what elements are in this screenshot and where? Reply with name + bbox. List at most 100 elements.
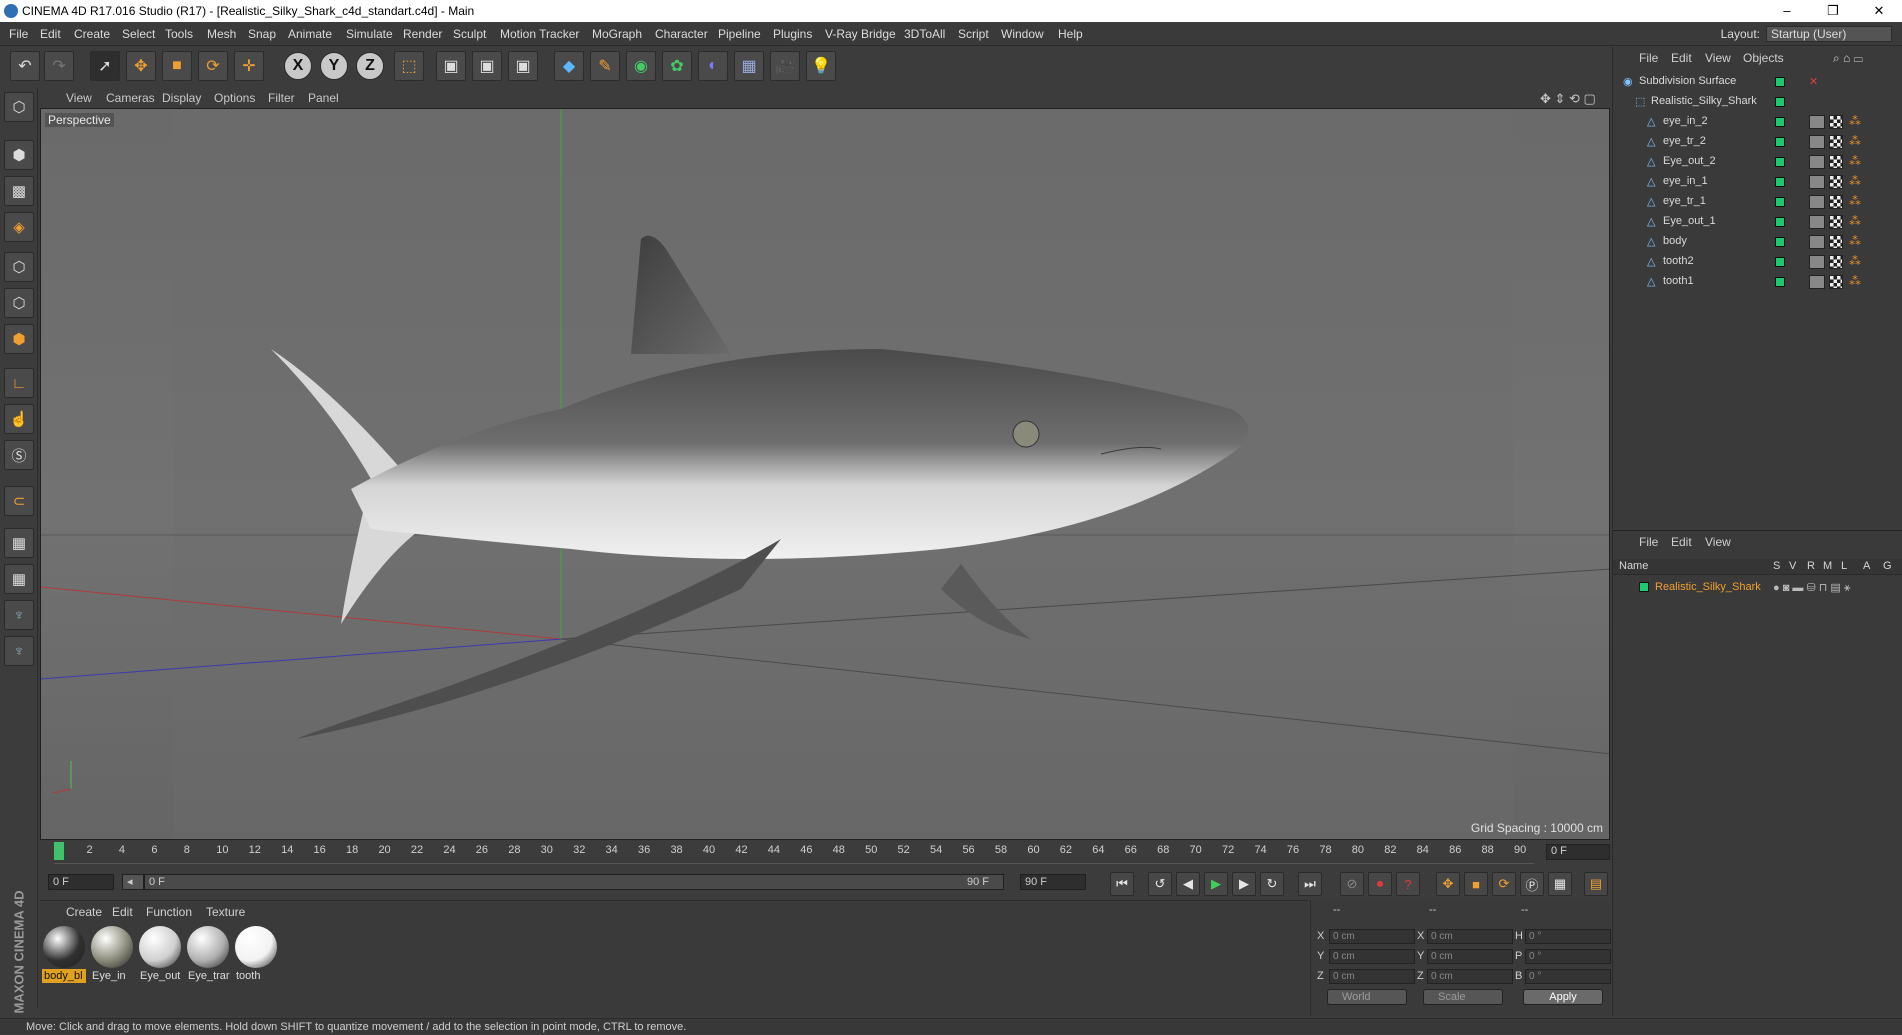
material-tag-icon[interactable] [1809, 215, 1825, 229]
size-x-field[interactable]: 0 cm [1427, 929, 1513, 944]
go-to-start-icon[interactable]: ⏮ [1110, 872, 1134, 896]
texture-tag-icon[interactable] [1829, 115, 1843, 129]
render-settings-icon[interactable]: ▣ [508, 51, 538, 81]
viewport-menu-display[interactable]: Display [162, 91, 201, 105]
render-picture-viewer-icon[interactable]: ▣ [472, 51, 502, 81]
object-menu-view[interactable]: View [1705, 51, 1731, 65]
redo-icon[interactable]: ↷ [44, 51, 74, 81]
current-frame-field[interactable]: 0 F [48, 874, 114, 890]
timeline-end-frame-field[interactable]: 0 F [1546, 844, 1610, 860]
viewport-menu-options[interactable]: Options [214, 91, 255, 105]
texture-tag-icon[interactable] [1829, 215, 1843, 229]
material-tag-icon[interactable] [1809, 155, 1825, 169]
attr-object-row[interactable]: Realistic_Silky_Shark ● ◙ ▬ ⛁ ⊓ ▤ ⚹ [1613, 579, 1902, 597]
range-slider-handle[interactable]: ◂ [122, 874, 144, 890]
size-y-field[interactable]: 0 cm [1427, 949, 1513, 964]
texture-tag-icon[interactable] [1829, 275, 1843, 289]
phong-tag-icon[interactable]: ⁂ [1849, 175, 1863, 189]
restore-button[interactable]: ❐ [1810, 0, 1856, 22]
object-menu-edit[interactable]: Edit [1671, 51, 1692, 65]
texture-tag-icon[interactable] [1829, 135, 1843, 149]
deformer-icon[interactable]: ◐ [698, 51, 728, 81]
rot-p-field[interactable]: 0 ° [1525, 949, 1611, 964]
select-arrow-icon[interactable]: ➚ [90, 51, 120, 81]
play-icon[interactable]: ▶ [1204, 872, 1228, 896]
menu-3dtoall[interactable]: 3DToAll [904, 27, 945, 41]
menu-tools[interactable]: Tools [165, 27, 193, 41]
menu-file[interactable]: File [9, 27, 28, 41]
polygons-mode-icon[interactable]: ⬢ [4, 324, 34, 354]
key-position-icon[interactable]: ✥ [1436, 872, 1460, 896]
attr-flags-icons[interactable]: ● ◙ ▬ ⛁ ⊓ ▤ ⚹ [1773, 581, 1850, 595]
viewport-menu-view[interactable]: View [66, 91, 92, 105]
menu-character[interactable]: Character [655, 27, 708, 41]
object-name[interactable]: eye_in_1 [1663, 175, 1708, 187]
points-mode-icon[interactable]: ⬡ [4, 252, 34, 282]
object-row[interactable]: △ Eye_out_2 ⁂ [1613, 153, 1902, 171]
phong-tag-icon[interactable]: ⁂ [1849, 275, 1863, 289]
object-row[interactable]: △ eye_in_2 ⁂ [1613, 113, 1902, 131]
coord-scale-dropdown[interactable]: Scale [1423, 989, 1503, 1005]
layer-swatch[interactable] [1775, 217, 1785, 227]
material-tag-icon[interactable] [1809, 195, 1825, 209]
floor-scene-icon[interactable]: ▦ [734, 51, 764, 81]
prev-key-icon[interactable]: ↺ [1148, 872, 1172, 896]
layer-swatch[interactable] [1775, 257, 1785, 267]
camera-icon[interactable]: 🎥 [770, 51, 800, 81]
edges-mode-icon[interactable]: ⬡ [4, 288, 34, 318]
object-row[interactable]: △ tooth2 ⁂ [1613, 253, 1902, 271]
layer-swatch[interactable] [1775, 197, 1785, 207]
layer-swatch[interactable] [1775, 97, 1785, 107]
attr-menu-edit[interactable]: Edit [1671, 535, 1692, 549]
material-swatch[interactable]: Eye_trar [186, 925, 230, 983]
3d-viewport[interactable]: Perspective Grid Spacing : 10000 cm [40, 108, 1610, 840]
rot-b-field[interactable]: 0 ° [1525, 969, 1611, 984]
mograph-cloner-icon[interactable]: ✿ [662, 51, 692, 81]
timeline-scheme-icon[interactable]: ▤ [1584, 872, 1608, 896]
key-rotation-icon[interactable]: ⟳ [1492, 872, 1516, 896]
playhead[interactable] [54, 842, 64, 860]
material-menu-create[interactable]: Create [66, 905, 102, 919]
phong-tag-icon[interactable]: ⁂ [1849, 195, 1863, 209]
key-pla-icon[interactable]: ▦ [1548, 872, 1572, 896]
material-swatch[interactable]: Eye_in [90, 925, 134, 983]
menu-render[interactable]: Render [403, 27, 442, 41]
phong-tag-icon[interactable]: ⁂ [1849, 115, 1863, 129]
next-frame-icon[interactable]: ▶ [1232, 872, 1256, 896]
keyframe-selection-icon[interactable]: ? [1396, 872, 1420, 896]
texture-tag-icon[interactable] [1829, 195, 1843, 209]
apply-button[interactable]: Apply [1523, 989, 1603, 1005]
object-name[interactable]: tooth2 [1663, 255, 1694, 267]
key-scale-icon[interactable]: ■ [1464, 872, 1488, 896]
make-editable-icon[interactable]: ⬡ [4, 92, 34, 122]
workplane-mode-icon[interactable]: ◈ [4, 212, 34, 242]
generator-toggle-icon[interactable]: ✕ [1809, 75, 1818, 88]
close-button[interactable]: ✕ [1856, 0, 1902, 22]
material-menu-function[interactable]: Function [146, 905, 192, 919]
object-row[interactable]: △ eye_in_1 ⁂ [1613, 173, 1902, 191]
object-row[interactable]: △ body ⁂ [1613, 233, 1902, 251]
layer-swatch[interactable] [1775, 177, 1785, 187]
menu-plugins[interactable]: Plugins [773, 27, 812, 41]
light-bulb-icon[interactable]: 💡 [806, 51, 836, 81]
z-axis-lock-icon[interactable]: Z [356, 52, 384, 80]
locked-workplane-icon[interactable]: ▦ [4, 564, 34, 594]
scale-tool-icon[interactable]: ■ [162, 51, 192, 81]
coordinate-system-icon[interactable]: ⬚ [394, 51, 424, 81]
object-name[interactable]: eye_tr_2 [1663, 135, 1706, 147]
snap-icon[interactable]: Ⓢ [4, 440, 34, 470]
undo-icon[interactable]: ↶ [10, 51, 40, 81]
model-mode-icon[interactable]: ⬢ [4, 140, 34, 170]
menu-mesh[interactable]: Mesh [207, 27, 236, 41]
cube-primitive-icon[interactable]: ◆ [554, 51, 584, 81]
object-name[interactable]: tooth1 [1663, 275, 1694, 287]
layer-swatch[interactable] [1775, 277, 1785, 287]
record-keys-icon[interactable]: ⊘ [1340, 872, 1364, 896]
coord-space-dropdown[interactable]: World [1327, 989, 1407, 1005]
max-frame-field[interactable]: 90 F [1020, 874, 1086, 890]
timeline[interactable]: 0246810121416182022242628303234363840424… [40, 842, 1610, 864]
material-swatch[interactable]: Eye_out [138, 925, 182, 983]
material-tag-icon[interactable] [1809, 175, 1825, 189]
spline-pen-icon[interactable]: ✎ [590, 51, 620, 81]
next-key-icon[interactable]: ↻ [1260, 872, 1284, 896]
